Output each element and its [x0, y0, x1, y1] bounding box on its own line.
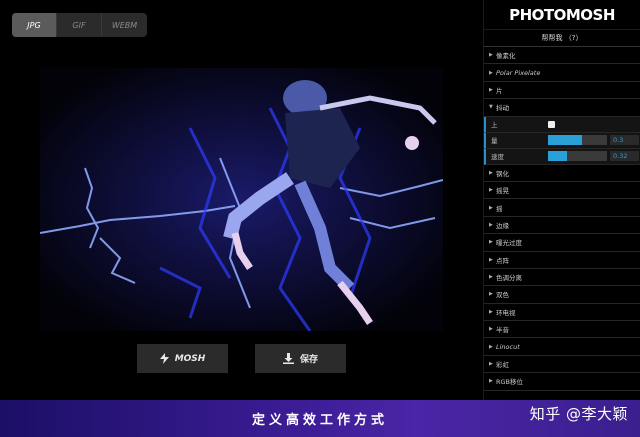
effect-pixelate[interactable]: ▶ 像素化 [484, 47, 640, 65]
effect-item[interactable]: ▶ 钢化 [484, 165, 640, 182]
image-canvas[interactable] [40, 68, 443, 331]
tab-jpg[interactable]: JPG [12, 13, 57, 37]
effect-item[interactable]: ▶ Linocut [484, 338, 640, 356]
amount-value[interactable]: 0.3 [610, 135, 639, 146]
effect-slice[interactable]: ▶ 片 [484, 82, 640, 100]
effect-label: 色调分离 [496, 274, 522, 283]
effect-item[interactable]: ▶ 色调分离 [484, 269, 640, 287]
control-speed: 速度 0.32 [484, 148, 640, 165]
effect-item[interactable]: ▶ 摇晃 [484, 182, 640, 200]
mosh-button[interactable]: MOSH [137, 344, 228, 373]
caret-right-icon: ▶ [489, 378, 493, 385]
tab-gif[interactable]: GIF [57, 13, 102, 37]
control-amount: 量 0.3 [484, 132, 640, 149]
moshed-image [40, 68, 443, 331]
effect-label: 边缘 [496, 221, 509, 230]
caret-right-icon: ▶ [489, 274, 493, 281]
effect-item[interactable]: ▶ 半音 [484, 321, 640, 339]
up-checkbox[interactable] [548, 120, 555, 128]
effects-list: ▶ 钢化 ▶ 摇晃 ▶ 摇 ▶ 边缘 ▶ 曝光过度 ▶ 点阵 ▶ 色调分离 ▶ 双色 ▶ 环电视 ▶ 半音 ▶ Linoc… [484, 165, 640, 391]
speed-value[interactable]: 0.32 [610, 151, 639, 162]
caret-right-icon: ▶ [489, 343, 493, 350]
effect-label: 摇晃 [496, 187, 509, 196]
format-tabs: JPG GIF WEBM [12, 13, 147, 37]
effect-item[interactable]: ▶ RGB移位 [484, 373, 640, 391]
watermark: 知乎 @李大颖 [529, 405, 628, 423]
speed-slider-fill [548, 151, 567, 162]
effect-item[interactable]: ▶ 彩虹 [484, 356, 640, 374]
photomosh-app: JPG GIF WEBM MOSH 保存 PHOTOMOSH 帮帮我 （?） ▶… [0, 0, 640, 437]
caret-right-icon: ▶ [489, 169, 493, 176]
effects-sidebar: PHOTOMOSH 帮帮我 （?） ▶ 像素化 ▶ Polar Pixelate ▶… [483, 0, 640, 400]
effect-label: 环电视 [496, 308, 516, 317]
app-logo: PHOTOMOSH [484, 0, 640, 30]
amount-slider[interactable] [548, 135, 607, 146]
effect-item[interactable]: ▶ 边缘 [484, 217, 640, 235]
save-label: 保存 [299, 355, 318, 365]
caret-right-icon: ▶ [489, 69, 493, 76]
mosh-label: MOSH [174, 353, 206, 364]
caret-right-icon: ▶ [489, 308, 493, 315]
caret-right-icon: ▶ [489, 86, 493, 93]
caret-right-icon: ▶ [489, 221, 493, 228]
caret-right-icon: ▶ [489, 361, 493, 368]
amount-slider-fill [548, 135, 583, 146]
effect-label: 半音 [496, 326, 509, 335]
caret-right-icon: ▶ [489, 256, 493, 263]
caret-down-icon: ▼ [489, 104, 493, 111]
caret-right-icon: ▶ [489, 52, 493, 59]
effect-polar-pixelate[interactable]: ▶ Polar Pixelate [484, 64, 640, 82]
effect-label: 点阵 [496, 256, 509, 265]
effect-label: 钢化 [496, 169, 509, 178]
caret-right-icon: ▶ [489, 204, 493, 211]
effect-label: Linocut [496, 342, 520, 351]
save-button[interactable]: 保存 [255, 344, 346, 373]
download-icon [282, 353, 294, 364]
effect-label: 曝光过度 [496, 239, 522, 248]
control-up: 上 [484, 116, 640, 133]
effect-item[interactable]: ▶ 环电视 [484, 304, 640, 322]
effect-item[interactable]: ▶ 摇 [484, 199, 640, 217]
effect-item[interactable]: ▶ 点阵 [484, 252, 640, 269]
effect-label: 双色 [496, 291, 509, 300]
caret-right-icon: ▶ [489, 291, 493, 298]
effect-label: 摇 [496, 204, 503, 213]
effect-jitter[interactable]: ▼ 抖动 [484, 99, 640, 117]
caret-right-icon: ▶ [489, 187, 493, 194]
effect-item[interactable]: ▶ 曝光过度 [484, 234, 640, 252]
speed-slider[interactable] [548, 151, 607, 162]
caret-right-icon: ▶ [489, 326, 493, 333]
effect-item[interactable]: ▶ 双色 [484, 286, 640, 304]
lightning-icon [159, 353, 169, 364]
effect-label: 彩虹 [496, 361, 509, 370]
tab-webm[interactable]: WEBM [102, 13, 147, 37]
help-link[interactable]: 帮帮我 （?） [484, 30, 640, 47]
effect-label: RGB移位 [496, 378, 524, 387]
caret-right-icon: ▶ [489, 239, 493, 246]
